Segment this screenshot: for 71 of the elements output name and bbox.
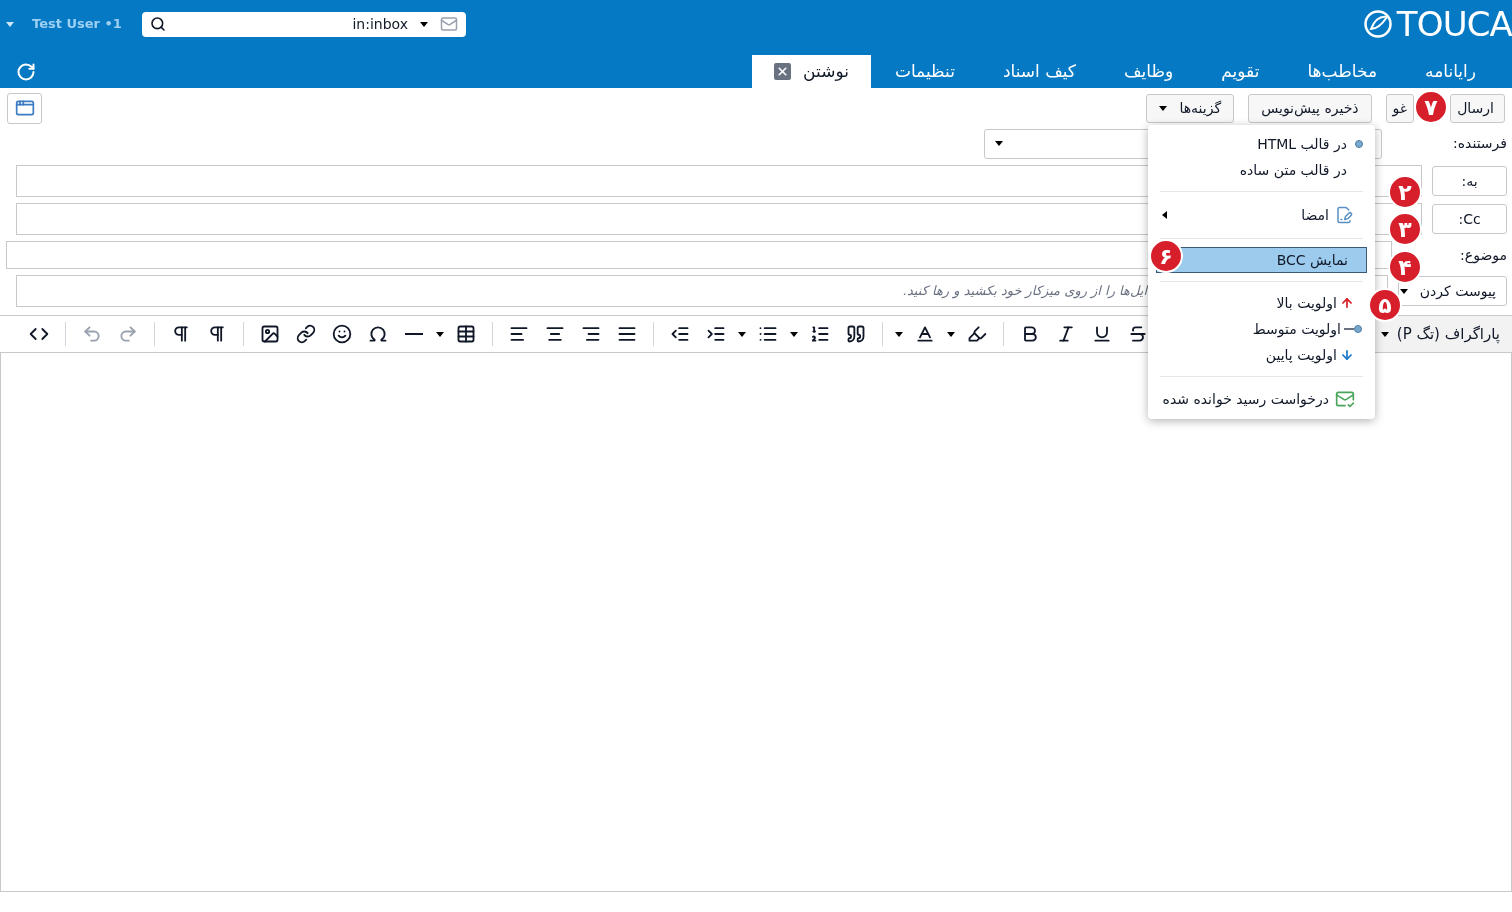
numbered-list-icon <box>809 324 830 344</box>
outdent-icon <box>669 324 690 344</box>
link-icon <box>295 324 316 344</box>
redo-icon <box>117 324 138 344</box>
caret-icon <box>737 331 746 337</box>
omega-icon <box>367 324 388 344</box>
tab[interactable]: مخاطب‌ها <box>1283 55 1401 88</box>
envelope-icon <box>440 15 458 33</box>
sender-label: فرستنده: <box>1452 134 1507 154</box>
logo-icon <box>1362 9 1393 39</box>
align-center-icon <box>544 324 565 344</box>
search-filter: in:inbox <box>352 14 408 34</box>
caret-icon <box>420 21 428 27</box>
caret-icon <box>789 331 798 337</box>
tab[interactable]: نوشتن <box>752 55 871 88</box>
horizontal-rule-icon <box>404 332 423 336</box>
step-badge: ۴ <box>1388 250 1422 284</box>
caret-icon <box>946 331 955 337</box>
menu-item[interactable]: امضا <box>1148 200 1375 230</box>
to-button[interactable]: به: <box>1432 166 1507 196</box>
undo-icon <box>81 324 102 344</box>
caret-icon <box>894 331 903 337</box>
mail-check-icon <box>1335 389 1355 409</box>
windows-icon <box>14 98 35 118</box>
bullet-list-icon <box>757 324 778 344</box>
drop-hint: ایل‌ها را از روی میزکار خود بکشید و رها کنید. <box>902 282 1147 301</box>
menu-item[interactable]: درخواست رسید خوانده شده <box>1148 385 1375 413</box>
image-icon <box>259 324 280 344</box>
send-button[interactable]: ارسال <box>1450 93 1505 123</box>
arrow-up-icon <box>1340 296 1354 310</box>
tab[interactable]: کیف اسناد <box>978 55 1100 88</box>
cancel-button[interactable]: غو <box>1385 93 1415 123</box>
signature-icon <box>1335 206 1353 224</box>
indent-icon <box>705 324 726 344</box>
close-icon[interactable] <box>774 63 792 80</box>
highlight-icon <box>966 324 987 344</box>
menu-item[interactable]: اولویت متوسط <box>1148 316 1366 342</box>
arrow-down-icon <box>1340 348 1354 362</box>
underline-icon <box>1091 324 1112 344</box>
tab[interactable]: وظایف <box>1099 55 1198 88</box>
text-color-icon <box>914 324 935 344</box>
align-left-icon <box>508 324 529 344</box>
smiley-icon <box>331 324 352 344</box>
save-draft-button[interactable]: ذخیره پیش‌نویس <box>1248 93 1372 123</box>
quote-icon <box>845 324 866 344</box>
menu-item[interactable]: در قالب HTML <box>1148 131 1375 157</box>
caret-icon[interactable] <box>6 21 14 27</box>
tab[interactable]: تقویم <box>1197 55 1284 88</box>
menu-item[interactable]: در قالب متن ساده <box>1148 157 1375 183</box>
caret-icon <box>435 331 444 337</box>
step-badge: ۷ <box>1414 90 1448 124</box>
align-justify-icon <box>616 324 637 344</box>
logo: TOUCA <box>1362 0 1512 50</box>
window-button[interactable] <box>7 92 42 124</box>
submenu-arrow-icon <box>1162 211 1167 219</box>
refresh-icon[interactable] <box>16 62 36 82</box>
options-button[interactable]: گزینه‌ها <box>1146 93 1235 123</box>
table-icon <box>455 324 476 344</box>
menu-item[interactable]: اولویت پایین <box>1148 342 1366 368</box>
tab[interactable]: تنظیمات <box>870 55 979 88</box>
caret-icon <box>1159 105 1168 111</box>
attach-button[interactable]: پیوست کردن <box>1398 276 1507 306</box>
cc-button[interactable]: Cc: <box>1432 204 1507 234</box>
search-field[interactable]: in:inbox <box>142 11 466 37</box>
tab[interactable]: رایانامه <box>1401 55 1500 88</box>
align-right-icon <box>580 324 601 344</box>
caret-icon <box>995 141 1003 146</box>
caret-icon <box>1380 331 1389 337</box>
dash-icon <box>1344 328 1354 330</box>
subject-label: موضوع: <box>1459 245 1507 266</box>
search-icon <box>150 16 166 32</box>
